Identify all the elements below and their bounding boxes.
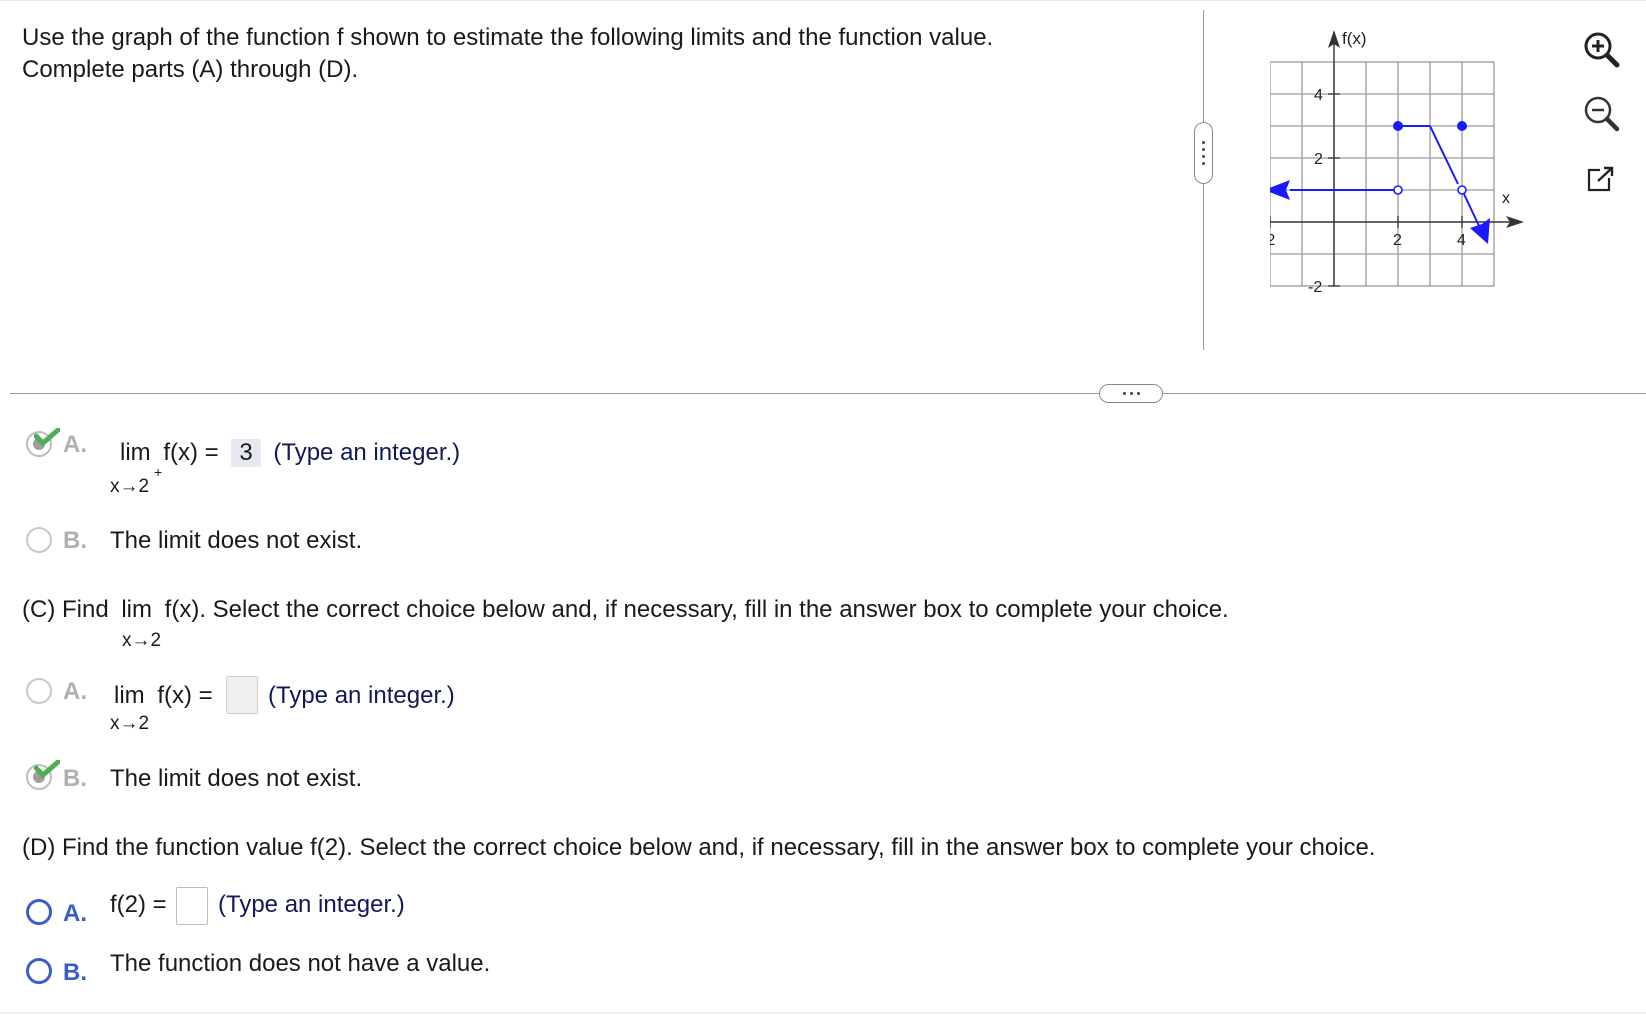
prompt-line-2: Complete parts (A) through (D). — [22, 56, 359, 83]
check-mark-icon — [34, 760, 60, 779]
zoom-out-icon — [1584, 96, 1620, 132]
horizontal-divider — [10, 393, 1646, 394]
partC-choiceA-subscript: x→2 — [110, 713, 150, 734]
partB-choiceA-hint: (Type an integer.) — [273, 439, 461, 466]
open-point — [1393, 185, 1403, 195]
partB-choiceA-letter: A. — [63, 431, 87, 458]
lim-text: lim — [114, 682, 145, 709]
partD-choiceB-text: The function does not have a value. — [110, 950, 491, 977]
function-text: f(x) = — [157, 682, 213, 709]
graph-grid — [1270, 61, 1495, 287]
partD-question: (D) Find the function value f(2). Select… — [22, 834, 1376, 861]
closed-point — [1457, 121, 1467, 131]
partC-choiceA-letter: A. — [63, 678, 87, 705]
partD-choiceA-letter: A. — [63, 900, 87, 927]
partB-choiceA-expression: lim f(x) = 3 (Type an integer.) — [120, 439, 460, 467]
partC-question-suffix: f(x). Select the correct choice below an… — [164, 596, 1229, 623]
bottom-border — [0, 1012, 1646, 1014]
popout-button[interactable] — [1578, 156, 1624, 202]
question-prompt: Use the graph of the function f shown to… — [22, 22, 1122, 86]
function-text: f(x) = — [163, 439, 219, 466]
check-mark-icon — [34, 428, 60, 447]
partD-choiceB-letter: B. — [63, 959, 87, 986]
partC-choiceA-expression: lim f(x) = — [114, 682, 213, 710]
x-axis-label: x — [1502, 190, 1510, 207]
partB-choiceB-text: The limit does not exist. — [110, 527, 363, 554]
partB-answer-value: 3 — [231, 439, 261, 467]
prompt-line-1: Use the graph of the function f shown to… — [22, 24, 994, 51]
zoom-out-button[interactable] — [1578, 90, 1624, 136]
partC-question: (C) Find lim f(x). Select the correct ch… — [22, 596, 1229, 624]
open-point — [1457, 185, 1467, 195]
partC-question-lim: lim — [121, 596, 152, 623]
horizontal-resize-handle[interactable] — [1099, 384, 1163, 403]
partB-superscript: + — [154, 464, 163, 480]
y-axis-label: f(x) — [1342, 29, 1367, 48]
zoom-in-button[interactable] — [1578, 26, 1624, 72]
top-border — [0, 0, 1646, 1]
partD-answer-input[interactable] — [176, 887, 208, 925]
partC-choiceB-letter: B. — [63, 765, 87, 792]
function-curve — [1290, 125, 1481, 229]
partD-choiceB-radio[interactable] — [26, 958, 52, 984]
partB-choiceB-radio[interactable] — [26, 527, 52, 553]
partC-choiceA-hint: (Type an integer.) — [268, 682, 455, 709]
partB-subscript: x→2 — [110, 476, 150, 497]
zoom-in-icon — [1584, 32, 1620, 68]
partC-choiceA-radio[interactable] — [26, 678, 52, 704]
vertical-resize-handle[interactable] — [1194, 122, 1213, 184]
function-graph: f(x) x -2 2 4 4 2 -2 — [1270, 29, 1524, 296]
external-link-icon — [1587, 166, 1614, 192]
partC-question-prefix: (C) Find — [22, 596, 109, 623]
closed-point — [1393, 121, 1403, 131]
x-tick-label-2: 2 — [1393, 232, 1402, 249]
partC-answer-input[interactable] — [226, 676, 258, 714]
y-tick-label-neg2: -2 — [1308, 279, 1322, 296]
partC-question-subscript: x→2 — [122, 630, 162, 651]
x-tick-label-4: 4 — [1457, 232, 1466, 249]
partD-choiceA-hint: (Type an integer.) — [218, 891, 405, 918]
partB-choiceB-letter: B. — [63, 527, 87, 554]
y-tick-label-2: 2 — [1314, 151, 1323, 168]
y-tick-label-4: 4 — [1314, 87, 1323, 104]
x-tick-label-neg2: -2 — [1270, 232, 1275, 249]
lim-text: lim — [120, 439, 151, 466]
graph-axes — [1270, 42, 1510, 286]
partD-choiceA-expression: f(2) = — [110, 891, 167, 918]
partD-choiceA-radio[interactable] — [26, 899, 52, 925]
partC-choiceB-text: The limit does not exist. — [110, 765, 363, 792]
